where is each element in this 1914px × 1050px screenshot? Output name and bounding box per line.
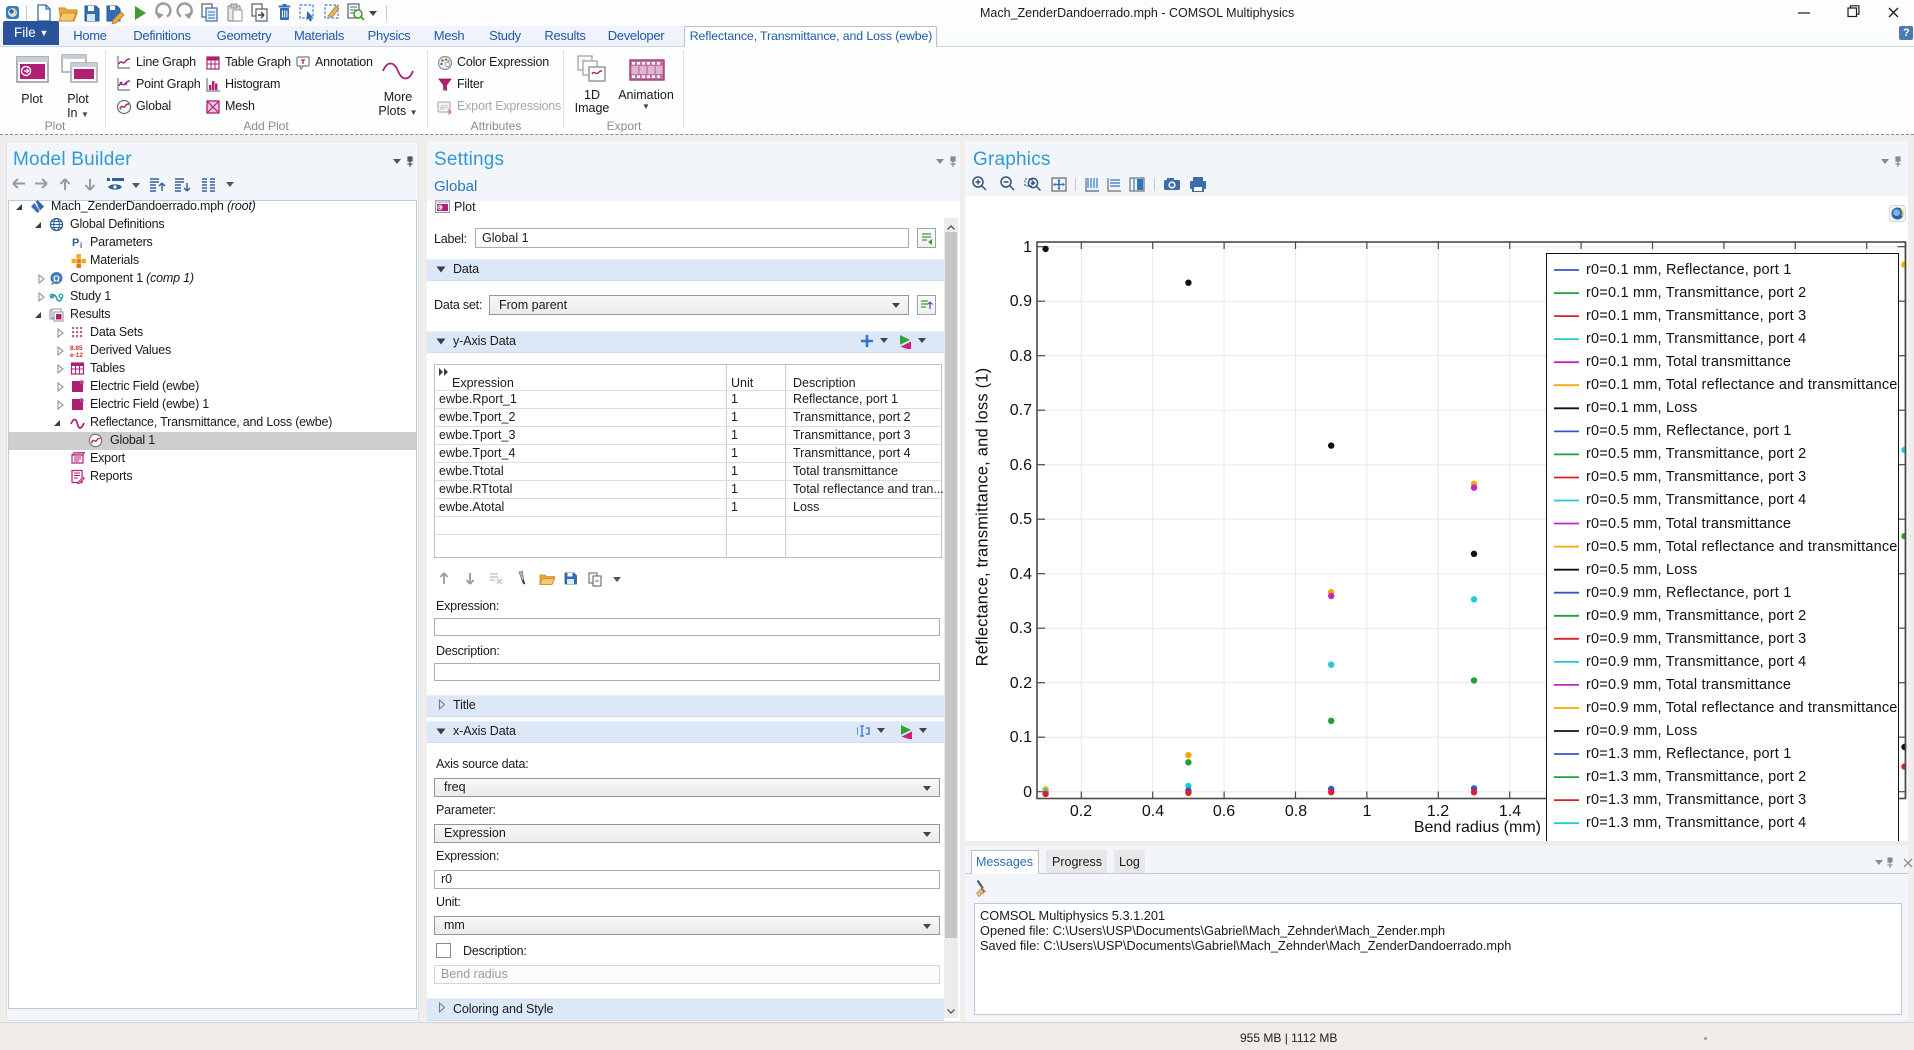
- svg-text:P: P: [72, 237, 79, 249]
- svg-text:a=: a=: [440, 105, 448, 112]
- svg-text:8.85: 8.85: [70, 345, 83, 352]
- svg-text:Ω: Ω: [53, 274, 60, 284]
- svg-text:i: i: [80, 241, 82, 250]
- svg-text:e-12: e-12: [70, 352, 83, 358]
